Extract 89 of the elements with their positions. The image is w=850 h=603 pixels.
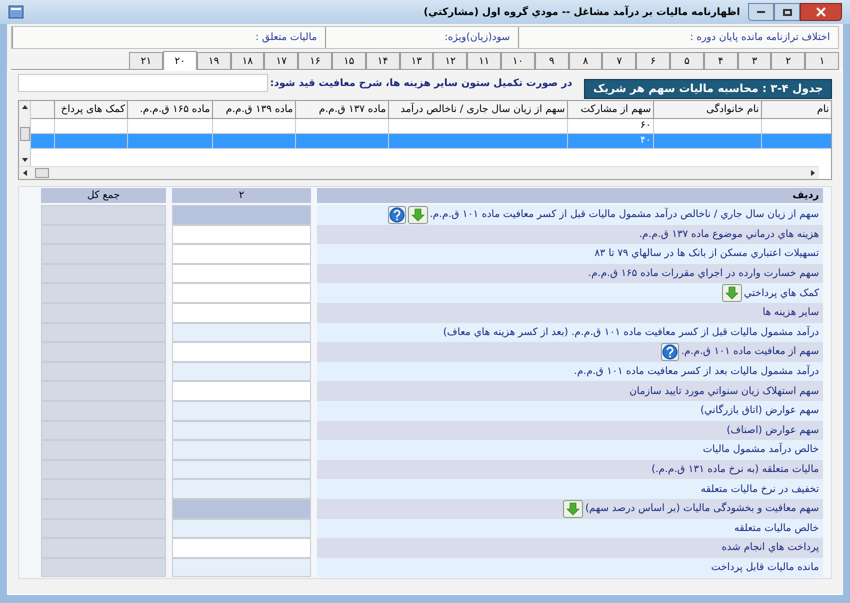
value-field[interactable] [172, 460, 311, 480]
row-label: تسهیلات اعتباري مسکن از بانک ها در سالهاي ۷۹ تا ۸۳ [594, 247, 820, 262]
row-label: خالص درآمد مشمول ماليات [702, 442, 820, 458]
grid-row[interactable]: ۶۰ [31, 119, 831, 134]
row-label: سهم از معافیت ماده ۱۰۱ ق.م.م. [681, 345, 820, 360]
window-title: اظهارنامه ماليات بر درآمد مشاغل -- مودي گروه اول (مشارکتي) [424, 4, 740, 20]
tab[interactable]: ۷ [602, 52, 636, 69]
tab[interactable]: ۱۲ [433, 52, 468, 69]
value-field[interactable] [172, 302, 311, 323]
value-field[interactable] [172, 205, 311, 225]
help-icon[interactable] [661, 342, 680, 361]
column-header[interactable]: نام خانوادگی [653, 101, 761, 118]
tab[interactable]: ۱۸ [230, 52, 264, 69]
tab[interactable]: ۱۴ [366, 52, 400, 69]
tab[interactable]: ۱۷ [264, 52, 298, 69]
row-label: هزینه هاي درماني موضوع ماده ۱۳۷ ق.م.م. [638, 228, 820, 242]
column-header: ردیف [317, 188, 823, 203]
row-label: خالص ماليات متعلقه [734, 522, 820, 536]
column-header[interactable]: ماده ۱۶۵ ق.م.م. [127, 101, 212, 118]
info-label: اختلاف ترازنامه مانده پایان دوره : [690, 31, 830, 45]
row-label: مانده ماليات قابل پرداخت [711, 560, 820, 575]
row-label: سهم استهلاک زیان سنواتي مورد تاييد سازمان [629, 384, 820, 399]
tab[interactable]: ۲۱ [129, 52, 164, 69]
column-header: جمع کل [41, 188, 166, 203]
help-icon[interactable] [388, 206, 406, 224]
value-field[interactable] [172, 322, 311, 342]
row-label: سهم عوارض (اتاق بازرگاني) [700, 403, 820, 418]
tab[interactable]: ۴ [704, 52, 738, 69]
close-icon [816, 7, 826, 17]
tab[interactable]: ۱ [805, 52, 839, 69]
tab[interactable]: ۵ [670, 52, 704, 69]
value-field[interactable] [172, 518, 311, 538]
tab[interactable]: ۲۰ [163, 51, 197, 70]
value-field[interactable] [172, 362, 311, 382]
value-field[interactable] [172, 420, 311, 440]
value-field[interactable] [172, 381, 311, 401]
tab[interactable]: ۱۳ [400, 52, 434, 69]
value-field[interactable] [172, 440, 311, 460]
row-label: سهم عوارض (اصناف) [726, 424, 820, 438]
tab[interactable]: ۸ [568, 52, 602, 69]
row-label: سهم خسارت وارده در اجراي مقررات ماده ۱۶۵ ق.م.م. [588, 267, 820, 282]
value-field[interactable] [172, 283, 311, 303]
row-label: تخفیف در نرخ مالیات متعلقه [700, 482, 820, 497]
row-label: پرداخت هاي انجام شده [722, 541, 820, 556]
tab[interactable]: ۱۵ [332, 52, 366, 69]
row-label: درآمد مشمول ماليات بعد از کسر معافيت ماده ۱۰۱ ق.م.م. [574, 364, 820, 380]
row-label: کمک هاي پرداختي [744, 286, 820, 301]
tab[interactable]: ۲ [771, 52, 806, 69]
tab[interactable]: ۱۰ [501, 52, 535, 69]
column-header[interactable]: سهم از زیان سال جاری / ناخالص درآمد [388, 101, 567, 118]
value-field[interactable] [172, 400, 311, 421]
column-header: ۲ [172, 188, 311, 203]
info-label: سود(زیان)ویژه: [444, 31, 510, 45]
app-icon [8, 4, 24, 20]
value-field[interactable] [172, 538, 311, 558]
row-label: درآمد مشمول ماليات قبل از کسر معافيت ماده ۱۰۱ ق.م.م. (بعد از کسر هزينه هاي معاف) [443, 324, 820, 340]
row-label: سهم از زیان سال جاري / ناخالص درآمد مشمول ماليات قبل از کسر معافيت ماده ۱۰۱ ق.م.م. [430, 207, 820, 222]
row-label: سایر هزینه ها [762, 306, 820, 320]
maximize-button[interactable] [774, 3, 800, 21]
row-label: ماليات متعلقه (به نرخ ماده ۱۳۱ ق.م.م.) [651, 463, 820, 478]
column-header[interactable]: سهم از مشارکت [567, 101, 653, 118]
table-cell-text: ۶۰ [639, 119, 652, 133]
info-label: مالیات متعلق : [255, 31, 317, 45]
minimize-button[interactable] [748, 3, 774, 21]
note-field[interactable] [18, 74, 268, 92]
value-field[interactable] [172, 224, 311, 244]
tab[interactable]: ۳ [738, 52, 772, 69]
table-cell-text: ۴۰ [639, 134, 652, 148]
value-field[interactable] [172, 558, 311, 578]
value-field[interactable] [172, 498, 311, 518]
tab[interactable]: ۱۱ [467, 52, 502, 69]
column-header[interactable]: ماده ۱۳۹ ق.م.م [212, 101, 295, 118]
value-field[interactable] [172, 479, 311, 499]
value-field[interactable] [172, 342, 311, 362]
value-field[interactable] [172, 244, 311, 264]
tab[interactable]: ۱۹ [196, 52, 231, 69]
column-header[interactable]: کمک های پرداخ [54, 101, 127, 118]
value-field[interactable] [172, 264, 311, 284]
close-button[interactable] [800, 3, 842, 21]
section-title: جدول ۴-۳ : محاسبه مالیات سهم هر شریک [584, 79, 832, 99]
horizontal-scrollbar[interactable] [19, 166, 819, 179]
tab[interactable]: ۹ [534, 52, 569, 69]
column-header[interactable]: ماده ۱۳۷ ق.م.م [295, 101, 388, 118]
tab[interactable]: ۶ [636, 52, 670, 69]
row-label: سهم معافیت و بخشودگی مالیات (بر اساس درصد سهم) [585, 501, 820, 516]
note-text: در صورت تکمیل ستون سایر هزینه ها، شرح معافیت قید شود: [270, 76, 572, 90]
vertical-scrollbar[interactable] [19, 101, 31, 166]
tab[interactable]: ۱۶ [298, 52, 332, 69]
column-header[interactable]: نام [761, 101, 831, 118]
